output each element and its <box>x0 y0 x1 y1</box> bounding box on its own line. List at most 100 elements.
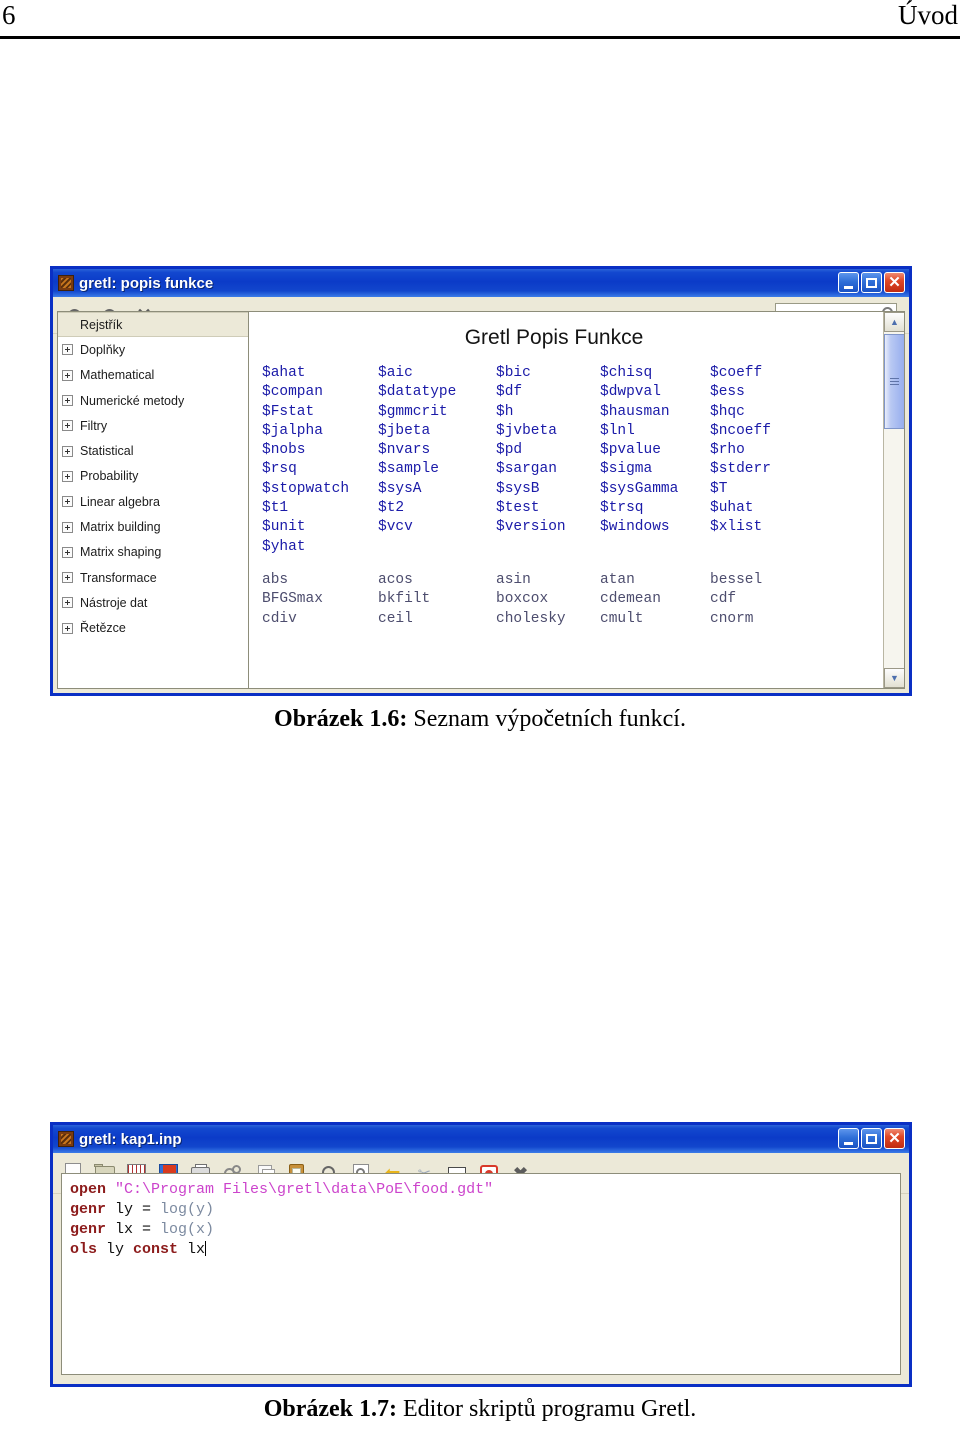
function-link[interactable]: $windows <box>600 518 710 537</box>
tree-item-3[interactable]: Numerické metody <box>58 388 248 413</box>
function-link[interactable]: $t1 <box>262 499 378 518</box>
function-link[interactable]: atan <box>600 571 710 590</box>
tree-item-9[interactable]: Matrix shaping <box>58 540 248 565</box>
function-link[interactable]: BFGSmax <box>262 590 378 609</box>
maximize-button[interactable] <box>861 272 882 293</box>
function-link[interactable]: $xlist <box>710 518 882 537</box>
function-link[interactable]: $chisq <box>600 364 710 383</box>
function-link[interactable]: $jbeta <box>378 422 496 441</box>
tree-item-8[interactable]: Matrix building <box>58 514 248 539</box>
function-link[interactable]: cmult <box>600 610 710 629</box>
function-link[interactable]: bessel <box>710 571 882 590</box>
function-link[interactable]: $h <box>496 403 600 422</box>
maximize-button[interactable] <box>861 1128 882 1149</box>
function-link[interactable]: $datatype <box>378 383 496 402</box>
function-link[interactable]: $rho <box>710 441 882 460</box>
function-link[interactable]: $pd <box>496 441 600 460</box>
document-vertical-scrollbar[interactable]: ▲ ▼ <box>883 312 904 688</box>
function-link[interactable]: $hqc <box>710 403 882 422</box>
tree-item-11[interactable]: Nástroje dat <box>58 590 248 615</box>
function-link[interactable]: $bic <box>496 364 600 383</box>
expand-plus-icon[interactable] <box>62 395 73 407</box>
help-topic-tree[interactable]: Rejstřík Doplňky Mathematical Numerické met… <box>57 311 249 689</box>
function-link[interactable]: acos <box>378 571 496 590</box>
tree-item-1[interactable]: Doplňky <box>58 337 248 362</box>
tree-item-6[interactable]: Probability <box>58 464 248 489</box>
close-button[interactable]: ✕ <box>884 1128 905 1149</box>
expand-plus-icon[interactable] <box>62 445 73 457</box>
function-link[interactable]: $t2 <box>378 499 496 518</box>
expand-plus-icon[interactable] <box>62 546 73 558</box>
function-link[interactable]: $unit <box>262 518 378 537</box>
function-link[interactable]: $gmmcrit <box>378 403 496 422</box>
function-link[interactable]: $sysA <box>378 480 496 499</box>
function-link[interactable]: $df <box>496 383 600 402</box>
function-link[interactable]: $T <box>710 480 882 499</box>
tree-item-5[interactable]: Statistical <box>58 438 248 463</box>
function-link[interactable]: $sysB <box>496 480 600 499</box>
tree-item-7[interactable]: Linear algebra <box>58 489 248 514</box>
function-link[interactable]: $ncoeff <box>710 422 882 441</box>
function-link[interactable]: boxcox <box>496 590 600 609</box>
tree-item-12[interactable]: Řetězce <box>58 616 248 641</box>
close-button[interactable]: ✕ <box>884 272 905 293</box>
function-link[interactable]: cdemean <box>600 590 710 609</box>
tree-item-4[interactable]: Filtry <box>58 413 248 438</box>
function-link[interactable]: $sigma <box>600 460 710 479</box>
function-link[interactable]: $stopwatch <box>262 480 378 499</box>
function-link[interactable]: cnorm <box>710 610 882 629</box>
function-link[interactable]: $uhat <box>710 499 882 518</box>
function-link[interactable]: cdiv <box>262 610 378 629</box>
accessor-function-list[interactable]: $ahat $aic $bic $chisq $coeff $compan $datatyp… <box>254 364 882 557</box>
minimize-button[interactable] <box>838 1128 859 1149</box>
function-link[interactable]: $nobs <box>262 441 378 460</box>
script-text-area[interactable]: open "C:\Program Files\gretl\data\PoE\fo… <box>61 1173 901 1375</box>
function-link[interactable]: abs <box>262 571 378 590</box>
function-link[interactable]: $yhat <box>262 538 378 557</box>
function-link[interactable]: asin <box>496 571 600 590</box>
function-link[interactable]: $pvalue <box>600 441 710 460</box>
function-link[interactable]: $test <box>496 499 600 518</box>
expand-plus-icon[interactable] <box>62 344 73 356</box>
expand-plus-icon[interactable] <box>62 496 73 508</box>
function-link[interactable]: cdf <box>710 590 882 609</box>
expand-plus-icon[interactable] <box>62 521 73 533</box>
function-link[interactable]: $Fstat <box>262 403 378 422</box>
function-link[interactable]: $aic <box>378 364 496 383</box>
function-link[interactable]: $hausman <box>600 403 710 422</box>
expand-plus-icon[interactable] <box>62 622 73 634</box>
function-link[interactable]: $vcv <box>378 518 496 537</box>
tree-item-0[interactable]: Rejstřík <box>58 312 248 338</box>
function-link[interactable]: $lnl <box>600 422 710 441</box>
expand-plus-icon[interactable] <box>62 369 73 381</box>
tree-item-10[interactable]: Transformace <box>58 565 248 590</box>
function-link[interactable]: ceil <box>378 610 496 629</box>
function-link[interactable]: $dwpval <box>600 383 710 402</box>
expand-plus-icon[interactable] <box>62 420 73 432</box>
function-link[interactable]: $version <box>496 518 600 537</box>
scroll-up-button[interactable]: ▲ <box>884 312 904 332</box>
function-link[interactable]: $jvbeta <box>496 422 600 441</box>
function-link[interactable]: $sargan <box>496 460 600 479</box>
function-link[interactable]: $sysGamma <box>600 480 710 499</box>
function-link[interactable]: $stderr <box>710 460 882 479</box>
help-window-titlebar[interactable]: gretl: popis funkce ✕ <box>53 269 909 297</box>
function-link[interactable]: $sample <box>378 460 496 479</box>
editor-window-titlebar[interactable]: gretl: kap1.inp ✕ <box>53 1125 909 1153</box>
scroll-down-button[interactable]: ▼ <box>884 668 904 688</box>
expand-plus-icon[interactable] <box>62 572 73 584</box>
function-link[interactable]: $trsq <box>600 499 710 518</box>
function-link[interactable]: cholesky <box>496 610 600 629</box>
function-link[interactable]: $nvars <box>378 441 496 460</box>
tree-item-2[interactable]: Mathematical <box>58 363 248 388</box>
function-link[interactable]: $rsq <box>262 460 378 479</box>
function-link[interactable]: $jalpha <box>262 422 378 441</box>
scrollbar-thumb[interactable] <box>884 334 904 429</box>
expand-plus-icon[interactable] <box>62 470 73 482</box>
builtin-function-list[interactable]: abs acos asin atan bessel BFGSmax bkfilt boxcox… <box>254 571 882 629</box>
function-link[interactable]: $ahat <box>262 364 378 383</box>
function-link[interactable]: $coeff <box>710 364 882 383</box>
function-link[interactable]: $ess <box>710 383 882 402</box>
function-link[interactable]: bkfilt <box>378 590 496 609</box>
minimize-button[interactable] <box>838 272 859 293</box>
